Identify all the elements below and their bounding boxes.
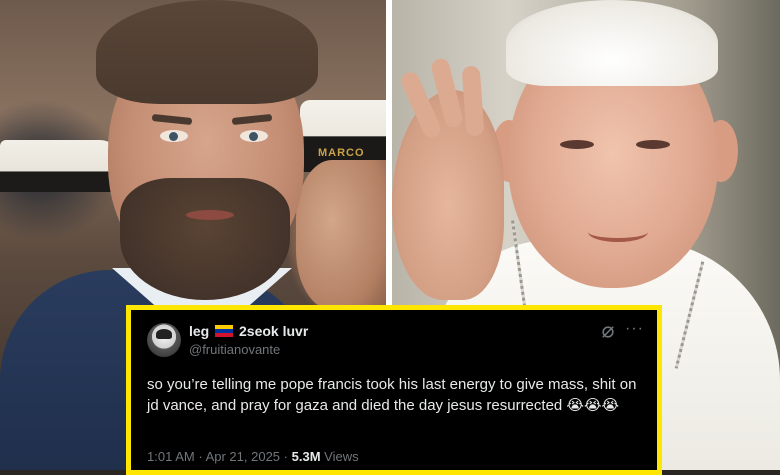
avatar[interactable] [147, 323, 181, 357]
venezuela-flag-icon [215, 325, 234, 337]
background-cap [0, 140, 120, 192]
pope-right-eye [636, 140, 670, 149]
tweet-text: so you’re telling me pope francis took h… [147, 376, 637, 414]
tweet-time[interactable]: 1:01 AM [147, 449, 195, 464]
display-name-part-b: 2seok luvr [239, 323, 309, 339]
cap-lettering: MARCO [318, 147, 365, 159]
background-person [296, 160, 386, 310]
finger [461, 65, 485, 137]
pope-left-eye [560, 140, 594, 149]
views-label: Views [324, 449, 359, 464]
pope-smile [588, 222, 648, 242]
zucchetto [506, 0, 718, 86]
grok-icon[interactable] [601, 325, 615, 339]
tweet-card: leg 2seok luvr @fruitianovante ··· so yo… [126, 305, 662, 475]
display-name[interactable]: leg 2seok luvr [189, 323, 308, 339]
meta-separator: · [198, 449, 203, 464]
meta-separator: · [283, 449, 288, 464]
right-eye [240, 130, 268, 142]
display-name-part-a: leg [189, 323, 210, 339]
user-handle[interactable]: @fruitianovante [189, 342, 280, 357]
hair [96, 0, 318, 104]
more-icon[interactable]: ··· [625, 320, 644, 338]
tweet-meta: 1:01 AM · Apr 21, 2025 · 5.3M Views [147, 449, 359, 464]
mouth [186, 210, 234, 220]
views-count: 5.3M [291, 449, 321, 464]
tweet-date[interactable]: Apr 21, 2025 [206, 449, 280, 464]
beard [120, 178, 290, 300]
left-eye [160, 130, 188, 142]
